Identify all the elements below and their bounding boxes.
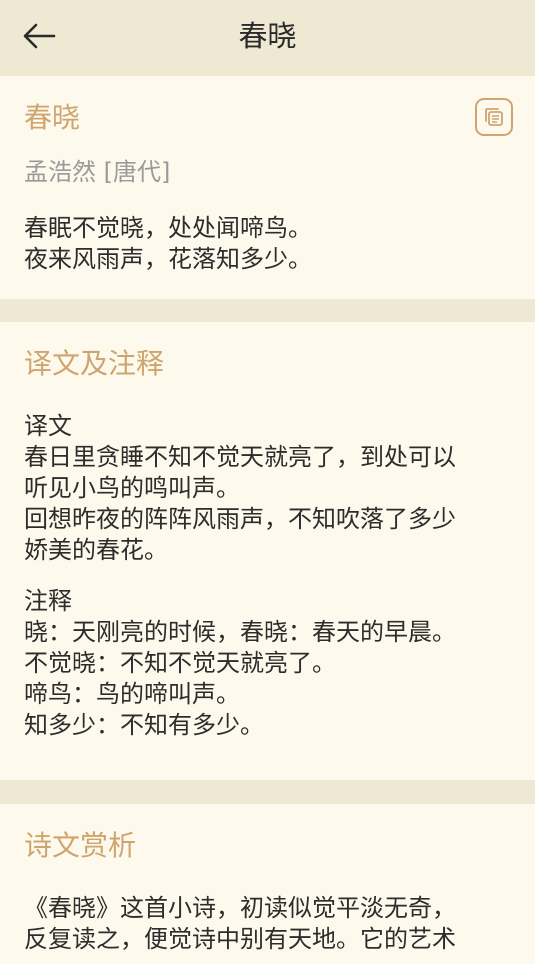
- note-line: 知多少：不知有多少。: [24, 711, 264, 739]
- appreciation-body: 《春晓》这首小诗，初读似觉平淡无奇， 反复读之，便觉诗中别有天地。它的艺术: [24, 893, 514, 955]
- poem-title: 春晓: [24, 101, 81, 134]
- translation-body: 译文 春日里贪睡不知不觉天就亮了，到处可以 听见小鸟的鸣叫声。 回想昨夜的阵阵风…: [24, 411, 514, 566]
- translation-label: 译文: [24, 412, 72, 440]
- poem-body: 春眠不觉晓，处处闻啼鸟。 夜来风雨声，花落知多少。: [24, 213, 514, 275]
- poem-card: 春晓 孟浩然 [唐代] 春眠不觉晓，处处闻啼鸟。 夜来风雨声，花落知多少。: [0, 76, 535, 299]
- appreciation-heading: 诗文赏析: [24, 829, 137, 862]
- translation-line: 春日里贪睡不知不觉天就亮了，到处可以: [24, 443, 456, 471]
- translation-line: 回想昨夜的阵阵风雨声，不知吹落了多少: [24, 505, 456, 533]
- poem-line: 夜来风雨声，花落知多少。: [24, 245, 312, 273]
- translation-heading: 译文及注释: [24, 347, 165, 380]
- poem-line: 春眠不觉晓，处处闻啼鸟。: [24, 214, 312, 242]
- notes-label: 注释: [24, 587, 72, 615]
- appreciation-line: 反复读之，便觉诗中别有天地。它的艺术: [24, 925, 456, 953]
- appreciation-line: 《春晓》这首小诗，初读似觉平淡无奇，: [24, 894, 456, 922]
- translation-line: 娇美的春花。: [24, 536, 168, 564]
- note-line: 不觉晓：不知不觉天就亮了。: [24, 649, 336, 677]
- translation-card: 译文及注释 译文 春日里贪睡不知不觉天就亮了，到处可以 听见小鸟的鸣叫声。 回想…: [0, 322, 535, 780]
- page-title: 春晓: [238, 19, 297, 53]
- copy-button[interactable]: [475, 98, 513, 136]
- appreciation-card: 诗文赏析 《春晓》这首小诗，初读似觉平淡无奇， 反复读之，便觉诗中别有天地。它的…: [0, 804, 535, 964]
- translation-line: 听见小鸟的鸣叫声。: [24, 474, 240, 502]
- note-line: 啼鸟：鸟的啼叫声。: [24, 680, 240, 708]
- poem-author: 孟浩然 [唐代]: [24, 158, 171, 186]
- copy-icon: [485, 108, 503, 126]
- note-line: 晓：天刚亮的时候，春晓：春天的早晨。: [24, 618, 456, 646]
- notes-body: 注释 晓：天刚亮的时候，春晓：春天的早晨。 不觉晓：不知不觉天就亮了。 啼鸟：鸟…: [24, 586, 514, 741]
- top-bar: 春晓: [0, 0, 535, 76]
